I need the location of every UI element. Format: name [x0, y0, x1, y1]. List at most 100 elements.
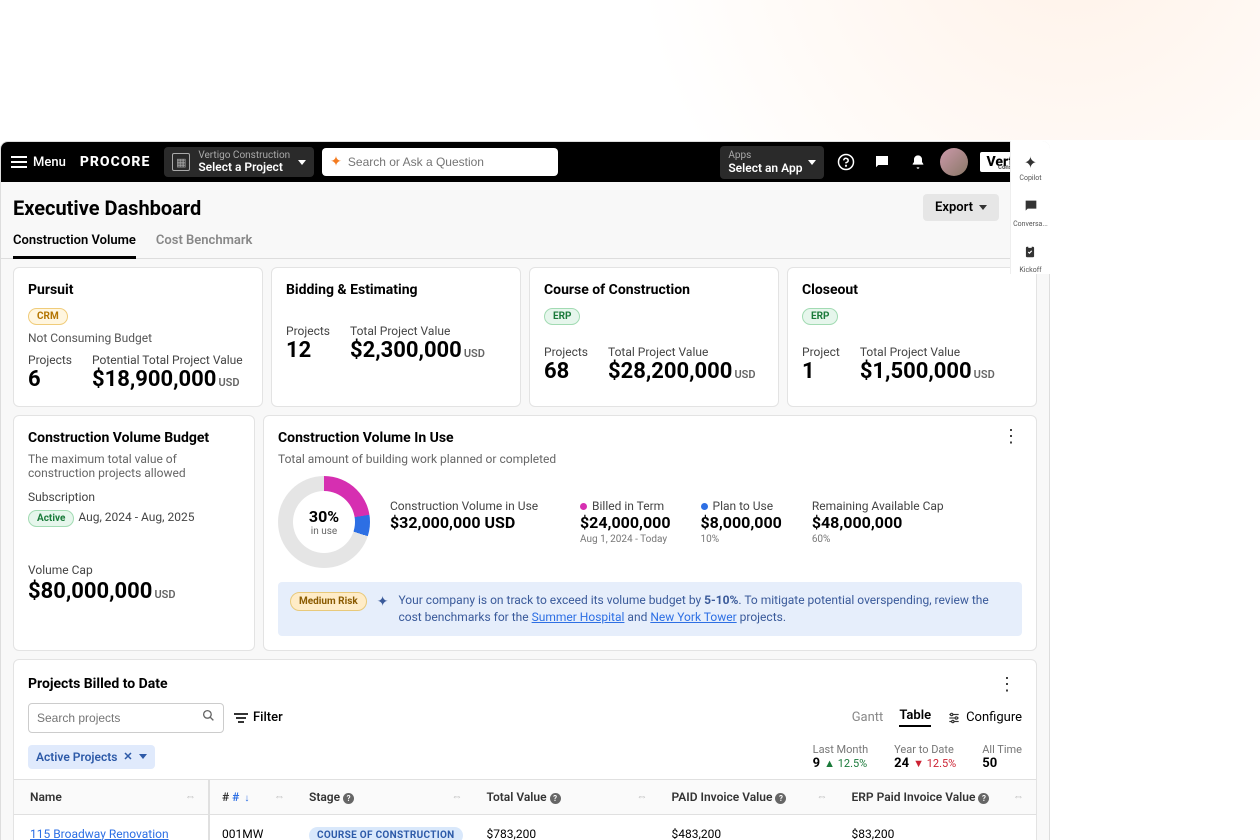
configure-button[interactable]: Configure [947, 710, 1022, 725]
stat-value: $28,200,000 [608, 359, 732, 384]
filter-chip-active[interactable]: Active Projects ✕ [28, 745, 155, 769]
project-id: 001MW [209, 814, 297, 840]
link-summer-hospital[interactable]: Summer Hospital [532, 610, 625, 624]
badge-crm: CRM [28, 308, 68, 325]
stat-value: $18,900,000 [92, 367, 216, 392]
col-erp[interactable]: ERP Paid Invoice Value?⇔ [840, 779, 1037, 814]
help-icon[interactable]: ? [550, 793, 561, 804]
filter-button[interactable]: Filter [234, 710, 283, 725]
avatar[interactable] [940, 148, 968, 176]
global-search-input[interactable] [348, 155, 550, 169]
alert-box: Medium Risk ✦ Your company is on track t… [278, 582, 1022, 636]
card-pursuit: Pursuit CRM Not Consuming Budget Project… [13, 267, 263, 407]
period-value: 24 [894, 756, 909, 771]
card-budget: Construction Volume Budget The maximum t… [13, 415, 255, 651]
project-search-input[interactable] [37, 711, 202, 725]
stat-label: Total Project Value [608, 345, 756, 359]
stat-value: $32,000,000 USD [390, 513, 550, 532]
project-selector[interactable]: ▦ Vertigo Construction Select a Project [164, 147, 314, 177]
stat-sub: Aug 1, 2024 - Today [580, 534, 671, 545]
resize-icon[interactable]: ⇔ [637, 790, 648, 803]
tab-cost-benchmark[interactable]: Cost Benchmark [156, 225, 253, 258]
dot-icon [701, 503, 708, 510]
sort-down-icon: ↓ [244, 793, 249, 804]
global-search[interactable]: ✦ [322, 148, 558, 176]
col-name[interactable]: Name⇔ [14, 779, 209, 814]
donut-pct: 30% [309, 507, 339, 526]
paid-value: $483,200 [660, 814, 840, 840]
card-subtext: Not Consuming Budget [28, 331, 248, 345]
period-value: 50 [982, 756, 997, 771]
stat-label: Projects [544, 345, 588, 359]
view-table[interactable]: Table [899, 708, 931, 727]
stat-label: Total Project Value [860, 345, 995, 359]
caret-down-icon [139, 754, 147, 759]
menu-label: Menu [33, 155, 66, 170]
clipboard-icon [1019, 244, 1041, 264]
brand-logo: PROCORE [80, 154, 151, 170]
help-icon[interactable]: ? [343, 793, 354, 804]
col-id[interactable]: # # ↓⇔ [209, 779, 297, 814]
building-icon: ▦ [172, 153, 190, 171]
help-icon[interactable] [832, 148, 860, 176]
total-value: $783,200 [475, 814, 660, 840]
col-paid[interactable]: PAID Invoice Value?⇔ [660, 779, 840, 814]
caret-down-icon [808, 160, 816, 165]
resize-icon[interactable]: ⇔ [274, 790, 285, 803]
caret-down-icon [298, 160, 306, 165]
project-search[interactable] [28, 703, 224, 733]
filter-icon [234, 713, 248, 723]
badge-erp: ERP [544, 308, 580, 325]
resize-icon[interactable]: ⇔ [817, 790, 828, 803]
col-stage[interactable]: Stage?⇔ [297, 779, 475, 814]
table-row[interactable]: 115 Broadway Renovation 001MW COURSE OF … [14, 814, 1036, 840]
donut-chart: 30% in use [278, 476, 370, 568]
project-selector-label: Select a Project [198, 161, 290, 173]
chip-remove-icon[interactable]: ✕ [123, 750, 132, 763]
stat-label: Projects [28, 353, 72, 367]
stat-value: 1 [802, 359, 840, 384]
card-desc: Total amount of building work planned or… [278, 452, 1022, 466]
rail-conversation[interactable]: Conversa... [1013, 198, 1048, 228]
chat-icon [1013, 198, 1048, 218]
card-title: Construction Volume Budget [28, 430, 240, 446]
rail-kickoff[interactable]: Kickoff [1019, 244, 1041, 274]
col-total[interactable]: Total Value?⇔ [475, 779, 660, 814]
stat-label: Potential Total Project Value [92, 353, 243, 367]
stat-value: $24,000,000 [580, 513, 671, 532]
stat-unit: USD [464, 347, 485, 360]
stat-unit: USD [218, 376, 239, 389]
export-button[interactable]: Export [923, 194, 999, 221]
tab-construction-volume[interactable]: Construction Volume [13, 225, 136, 259]
card-kebab[interactable]: ⋮ [996, 426, 1026, 447]
rail-copilot[interactable]: ✦ Copilot [1019, 153, 1041, 182]
sparkle-icon: ✦ [330, 154, 342, 170]
card-closeout: Closeout ERP Project 1 Total Project Val… [787, 267, 1037, 407]
menu-button[interactable]: Menu [11, 155, 66, 170]
stat-label: Total Project Value [350, 324, 485, 338]
period-label: Year to Date [894, 743, 956, 756]
card-title: Construction Volume In Use [278, 430, 1022, 446]
stat-value: 6 [28, 367, 72, 392]
card-title: Course of Construction [544, 282, 764, 298]
stat-label: Billed in Term [580, 499, 671, 513]
top-bar: Menu PROCORE ▦ Vertigo Construction Sele… [1, 142, 1049, 182]
sub-label: Subscription [28, 490, 240, 504]
help-icon[interactable]: ? [978, 793, 989, 804]
link-ny-tower[interactable]: New York Tower [650, 610, 736, 624]
stat-value: $1,500,000 [860, 359, 972, 384]
view-gantt[interactable]: Gantt [852, 710, 884, 725]
help-icon[interactable]: ? [775, 793, 786, 804]
bell-icon[interactable] [904, 148, 932, 176]
right-rail: ✦ Copilot Conversa... Kickoff [1010, 141, 1050, 274]
chat-icon[interactable] [868, 148, 896, 176]
stat-label: Project [802, 345, 840, 359]
resize-icon[interactable]: ⇔ [185, 790, 196, 803]
project-link[interactable]: 115 Broadway Renovation [30, 827, 169, 840]
resize-icon[interactable]: ⇔ [452, 790, 463, 803]
app-selector[interactable]: Apps Select an App [720, 146, 824, 179]
resize-icon[interactable]: ⇔ [1013, 790, 1024, 803]
projects-kebab[interactable]: ⋮ [992, 674, 1022, 695]
hash-icon: # [232, 790, 239, 804]
badge-erp: ERP [802, 308, 838, 325]
